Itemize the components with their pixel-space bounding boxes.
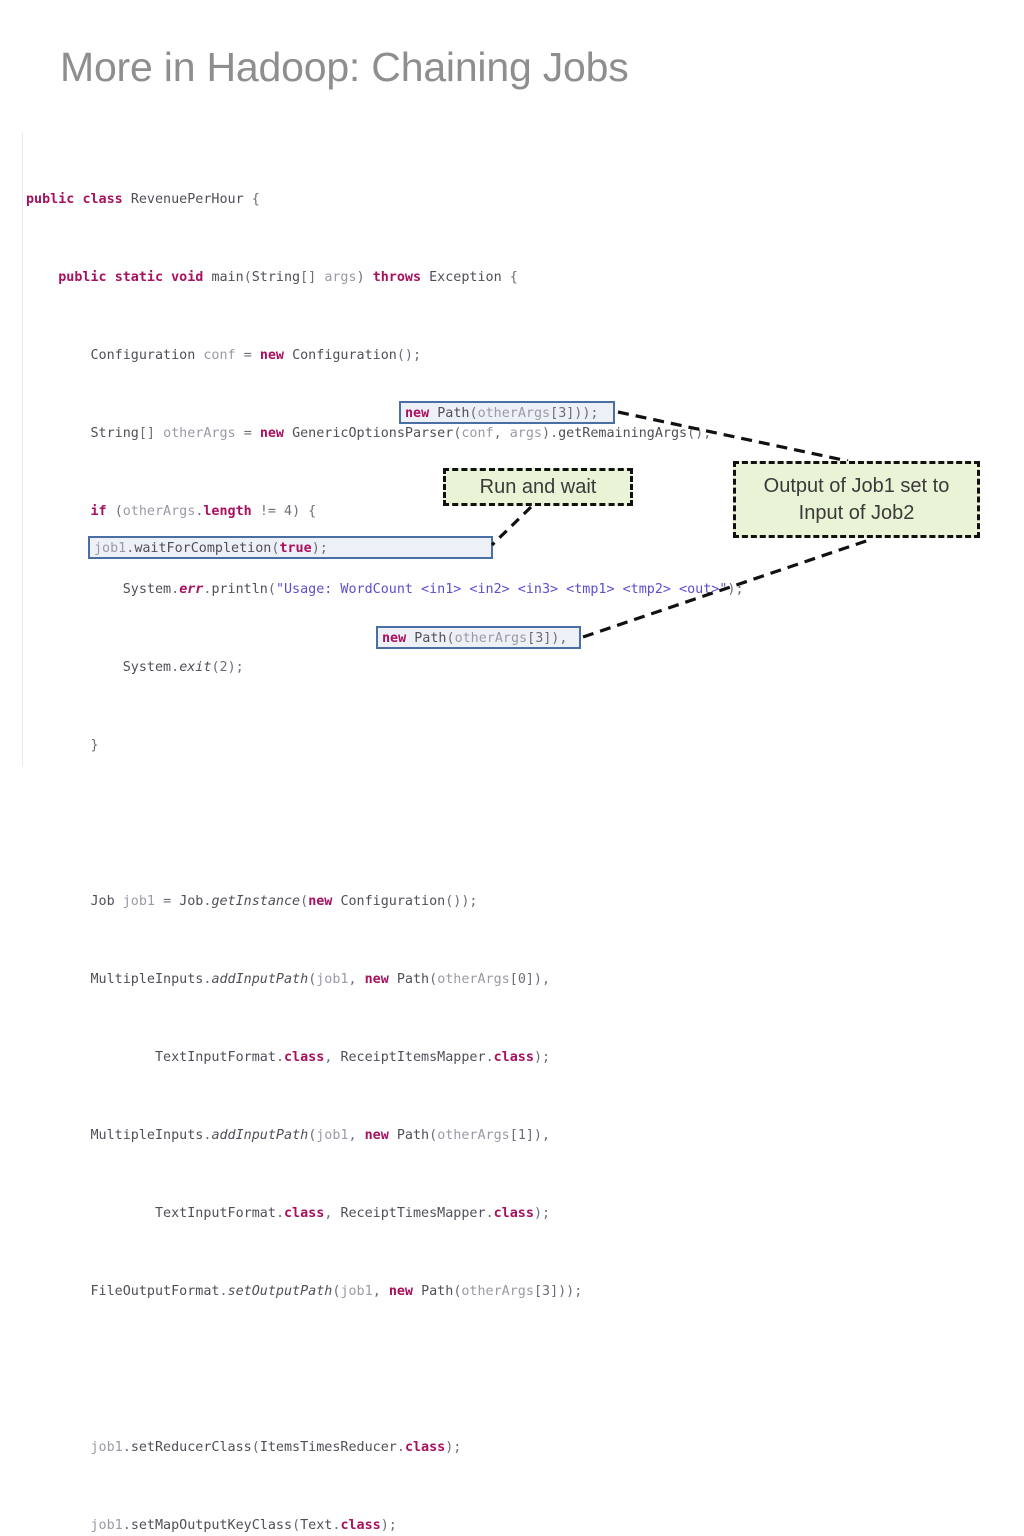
- code-line: System.exit(2);: [122, 659, 244, 675]
- code-line: job1.setMapOutputKeyClass(Text.class);: [90, 1517, 397, 1533]
- callout-output-input-line2: Input of Job2: [798, 501, 915, 524]
- code-line: Configuration conf = new Configuration()…: [90, 347, 422, 363]
- code-line: public class RevenuePerHour {: [26, 191, 260, 207]
- highlight-job2-input-path: new Path(otherArgs[3]),: [376, 626, 581, 649]
- code-listing: public class RevenuePerHour { public sta…: [26, 131, 986, 1536]
- code-gutter-line: [22, 132, 23, 766]
- callout-run-and-wait: Run and wait: [443, 468, 633, 506]
- code-line: MultipleInputs.addInputPath(job1, new Pa…: [90, 1127, 551, 1143]
- code-line: MultipleInputs.addInputPath(job1, new Pa…: [90, 971, 551, 987]
- code-line: String[] otherArgs = new GenericOptionsP…: [90, 425, 712, 441]
- code-line: Job job1 = Job.getInstance(new Configura…: [90, 893, 478, 909]
- code-line: public static void main(String[] args) t…: [58, 269, 518, 285]
- page-title: More in Hadoop: Chaining Jobs: [60, 44, 629, 90]
- callout-output-input-line1: Output of Job1 set to: [763, 474, 950, 497]
- callout-output-input-text: Output of Job1 set to Input of Job2: [764, 473, 950, 527]
- code-line: }: [90, 737, 99, 753]
- callout-run-and-wait-label: Run and wait: [479, 476, 597, 498]
- code-line: job1.setReducerClass(ItemsTimesReducer.c…: [90, 1439, 462, 1455]
- code-line: FileOutputFormat.setOutputPath(job1, new…: [90, 1283, 583, 1299]
- code-line: System.err.println("Usage: WordCount <in…: [122, 581, 744, 597]
- highlight-job1-wait-for-completion: job1.waitForCompletion(true);: [88, 536, 493, 559]
- code-line: TextInputFormat.class, ReceiptItemsMappe…: [155, 1049, 551, 1065]
- callout-output-of-job1-to-input-of-job2: Output of Job1 set to Input of Job2: [733, 461, 980, 538]
- code-line: TextInputFormat.class, ReceiptTimesMappe…: [155, 1205, 551, 1221]
- highlight-job1-output-path: new Path(otherArgs[3]));: [399, 401, 615, 424]
